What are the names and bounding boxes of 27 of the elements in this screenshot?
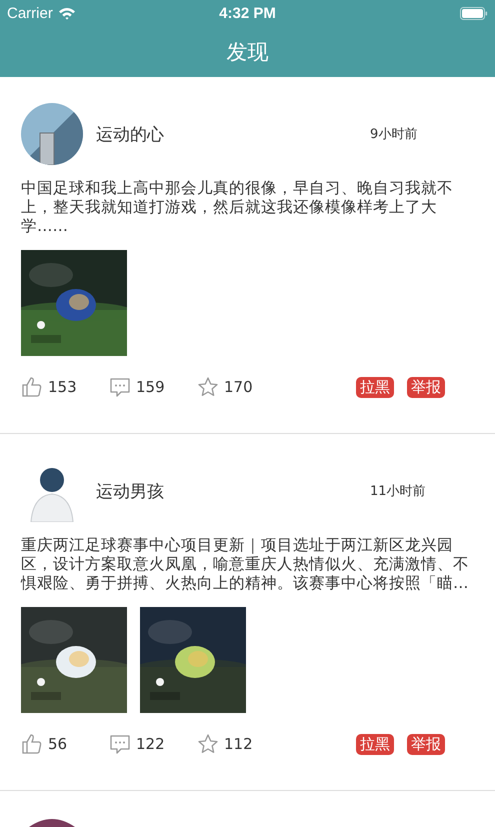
author-name[interactable]: 运动的心 [96, 122, 370, 146]
comment-count: 159 [136, 378, 165, 396]
author-name[interactable]: 运动男孩 [96, 480, 370, 502]
status-time: 4:32 PM [219, 4, 276, 22]
thumbs-up-icon[interactable] [21, 376, 43, 398]
comment-count: 122 [136, 735, 165, 753]
thumbs-up-icon[interactable] [21, 733, 43, 755]
favorite-count: 170 [224, 378, 253, 396]
star-icon[interactable] [197, 733, 219, 755]
report-button[interactable]: 举报 [407, 734, 445, 754]
post-text: 重庆两江足球赛事中心项目更新｜项目选址于两江新区龙兴园区，设计方案取意火凤凰，喻意重庆人热情似火、充满激情、不惧艰险、勇于拼搏、火热向上的精神。该赛事中心将按照「瞄… [21, 536, 470, 593]
wifi-icon [58, 6, 76, 20]
nav-title: 发现 [226, 38, 268, 66]
post-time: 11小时前 [370, 483, 426, 500]
block-button[interactable]: 拉黑 [356, 376, 394, 398]
like-count: 56 [48, 735, 68, 753]
comment-icon[interactable] [109, 733, 131, 755]
star-icon[interactable] [197, 376, 219, 398]
post-text: 中国足球和我上高中那会儿真的很像，早自习、晚自习我就不上，整天我就知道打游戏，然后就这我还像模像样考上了大学…… [21, 179, 454, 236]
battery-icon [460, 6, 488, 20]
favorite-count: 112 [224, 735, 253, 753]
like-count: 153 [48, 378, 77, 396]
comment-icon[interactable] [109, 376, 131, 398]
carrier-label: Carrier [7, 4, 53, 22]
post-time: 9小时前 [370, 126, 418, 143]
block-button[interactable]: 拉黑 [356, 734, 394, 754]
report-button[interactable]: 举报 [407, 376, 445, 398]
